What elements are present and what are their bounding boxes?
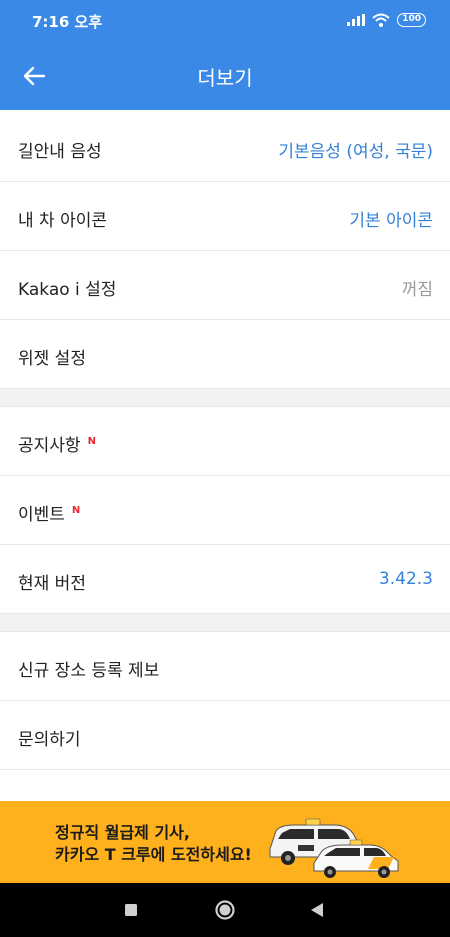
car-icon-label: 내 차 아이콘	[18, 211, 108, 231]
kakao-i-label: Kakao i 설정	[18, 280, 117, 300]
system-nav-bar	[0, 883, 450, 937]
battery-icon: 100	[397, 13, 426, 27]
kakao-i-row[interactable]: Kakao i 설정 꺼짐	[0, 251, 450, 320]
banner-text: 정규직 월급제 기사, 카카오 T 크루에 도전하세요!	[55, 822, 252, 866]
widget-settings-label: 위젯 설정	[18, 349, 86, 369]
new-badge: N	[87, 436, 96, 447]
home-button[interactable]	[210, 895, 240, 925]
recent-apps-button[interactable]	[116, 895, 146, 925]
voice-guide-value: 기본음성 (여성, 국문)	[278, 142, 433, 162]
version-row[interactable]: 현재 버전 3.42.3	[0, 545, 450, 614]
kakao-i-value: 꺼짐	[401, 280, 433, 300]
event-row[interactable]: 이벤트 N	[0, 476, 450, 545]
page-title: 더보기	[197, 66, 253, 90]
status-icons: 100	[347, 12, 426, 28]
notice-text: 공지사항	[18, 436, 81, 456]
system-back-button[interactable]	[302, 895, 332, 925]
taxi-cars-image	[269, 818, 399, 878]
new-badge: N	[71, 505, 81, 516]
app-bar: 더보기	[0, 42, 450, 110]
place-report-row[interactable]: 신규 장소 등록 제보	[0, 632, 450, 701]
status-bar: 7:16 오후 100	[0, 0, 450, 42]
signal-icon	[347, 14, 366, 26]
wifi-icon	[372, 13, 390, 27]
event-text: 이벤트	[18, 505, 65, 525]
square-icon	[125, 904, 137, 916]
widget-settings-row[interactable]: 위젯 설정	[0, 320, 450, 389]
triangle-left-icon	[311, 903, 323, 917]
version-value: 3.42.3	[378, 569, 433, 589]
car-icon-value: 기본 아이콘	[349, 211, 433, 231]
inquiry-label: 문의하기	[18, 730, 81, 750]
place-report-label: 신규 장소 등록 제보	[18, 661, 160, 681]
notice-label: 공지사항 N	[18, 431, 96, 456]
voice-guide-row[interactable]: 길안내 음성 기본음성 (여성, 국문)	[0, 113, 450, 182]
circle-icon	[215, 900, 235, 920]
banner-line-2: 카카오 T 크루에 도전하세요!	[55, 845, 252, 864]
event-label: 이벤트 N	[18, 500, 80, 525]
inquiry-row[interactable]: 문의하기	[0, 701, 450, 770]
status-time: 7:16 오후	[32, 13, 103, 31]
car-icon-row[interactable]: 내 차 아이콘 기본 아이콘	[0, 182, 450, 251]
notice-row[interactable]: 공지사항 N	[0, 407, 450, 476]
recruit-banner[interactable]: 정규직 월급제 기사, 카카오 T 크루에 도전하세요!	[0, 801, 450, 883]
settings-list: 길안내 음성 기본음성 (여성, 국문) 내 차 아이콘 기본 아이콘 Kaka…	[0, 113, 450, 839]
section-divider	[0, 614, 450, 632]
version-label: 현재 버전	[18, 574, 86, 594]
section-divider	[0, 389, 450, 407]
voice-guide-label: 길안내 음성	[18, 142, 102, 162]
banner-line-1: 정규직 월급제 기사,	[55, 823, 190, 842]
